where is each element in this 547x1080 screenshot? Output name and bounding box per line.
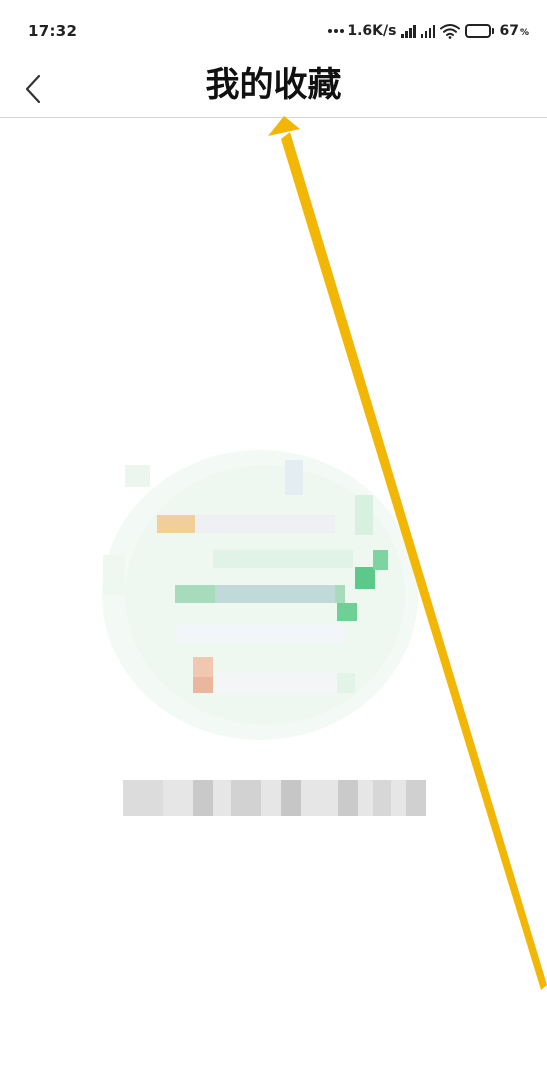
empty-state-message-blurred [123, 780, 426, 816]
signal-icon [401, 24, 416, 38]
battery-percent-value: 67 [499, 23, 519, 39]
network-speed: 1.6K/s [328, 23, 396, 39]
network-speed-label: 1.6K/s [347, 23, 397, 39]
battery-icon [465, 24, 495, 38]
page-title: 我的收藏 [205, 65, 342, 105]
nav-bar: 我的收藏 [0, 62, 547, 118]
status-icons: 1.6K/s 67% [328, 23, 529, 39]
battery-percent: 67% [499, 23, 529, 39]
empty-state-illustration [102, 450, 418, 740]
status-bar: 17:32 1.6K/s 67% [0, 0, 547, 62]
battery-percent-unit: % [519, 28, 529, 38]
status-time: 17:32 [28, 22, 78, 40]
wifi-icon [440, 24, 461, 39]
dots-icon [328, 29, 345, 33]
signal-icon-2 [420, 24, 436, 38]
